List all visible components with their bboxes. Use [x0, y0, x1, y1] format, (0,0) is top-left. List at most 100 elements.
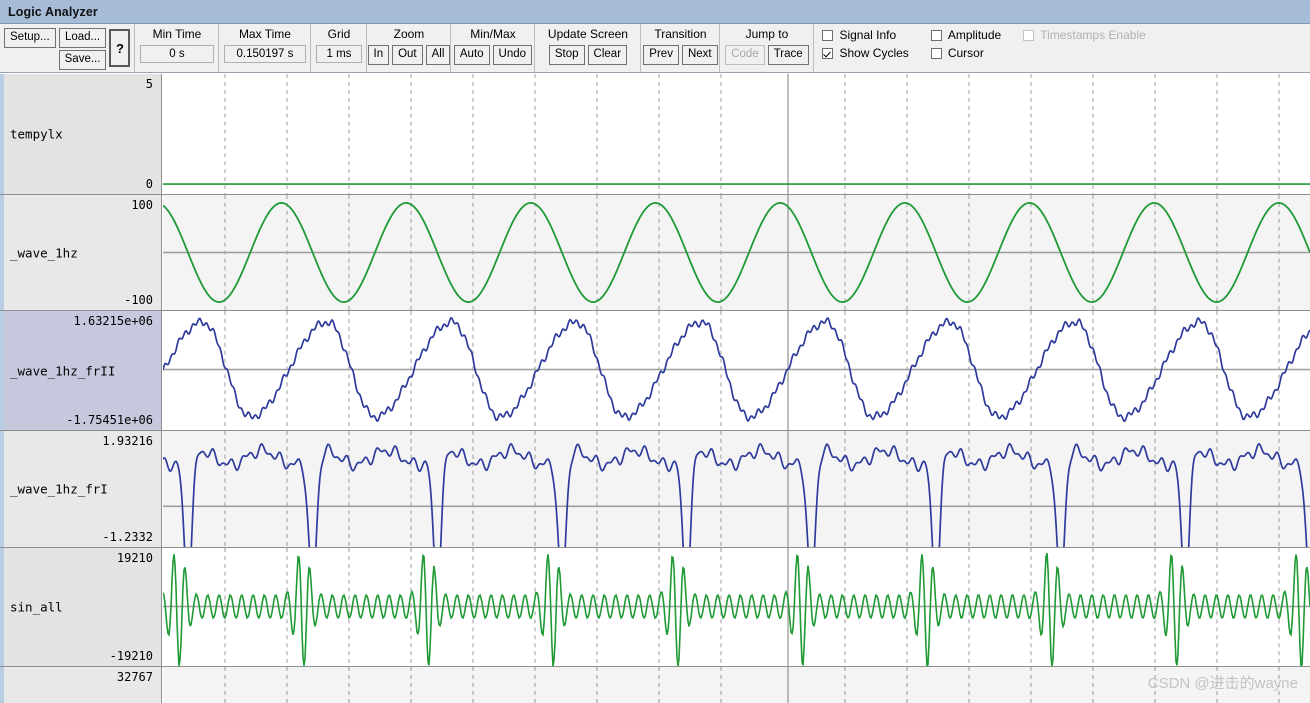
checkbox-box-timestamps-enable: [1023, 29, 1035, 41]
min-time-label: Min Time: [152, 27, 202, 41]
trace-ymin: -1.75451e+06: [66, 413, 153, 427]
trace-label-cell-wave-1hz-frI[interactable]: 1.93216 _wave_1hz_frI -1.2332: [0, 431, 162, 547]
checkbox-show-cycles[interactable]: Show Cycles: [822, 46, 909, 60]
max-time-field[interactable]: 0.150197 s: [223, 45, 306, 63]
waveform-svg: [163, 431, 1310, 547]
minmax-auto-button[interactable]: Auto: [453, 45, 490, 65]
checkbox-signal-info[interactable]: Signal Info: [822, 28, 908, 42]
trace-ymin: -100: [124, 293, 153, 307]
zoom-out-button[interactable]: Out: [392, 45, 423, 65]
trace-row[interactable]: 1.63215e+06 _wave_1hz_frII -1.75451e+06: [0, 311, 1310, 431]
trace-label-cell-wave-1hz[interactable]: 100 _wave_1hz -100: [0, 195, 162, 310]
trace-waveform-wave-1hz[interactable]: [163, 195, 1310, 310]
checkbox-label-show-cycles: Show Cycles: [839, 46, 909, 60]
checkbox-box-show-cycles[interactable]: [822, 47, 834, 59]
jump-to-group: Jump to Code Trace: [720, 24, 815, 72]
trace-waveform-wave-1hz-frII[interactable]: [163, 311, 1310, 430]
options-checkbox-area: Signal Info Show Cycles Amplitude Cursor…: [814, 24, 1310, 72]
min-time-field[interactable]: 0 s: [139, 45, 214, 63]
waveform-svg: [224, 667, 1280, 703]
trace-ymax: 19210: [116, 551, 153, 565]
checkbox-column-3: Timestamps Enable: [1023, 28, 1146, 42]
checkbox-box-cursor[interactable]: [930, 47, 942, 59]
checkbox-column-1: Signal Info Show Cycles: [822, 28, 909, 60]
trace-name: _wave_1hz_frII: [10, 363, 116, 378]
checkbox-label-cursor: Cursor: [947, 46, 984, 60]
trace-waveform-tempylx[interactable]: [163, 74, 1310, 194]
update-screen-label: Update Screen: [547, 27, 628, 41]
trace-name: _wave_1hz: [10, 245, 78, 260]
zoom-in-button[interactable]: In: [367, 45, 390, 65]
update-screen-group: Update Screen Stop Clear: [535, 24, 642, 72]
transition-prev-button[interactable]: Prev: [643, 45, 679, 65]
file-actions-group: Setup... Load... Save... ?: [0, 24, 136, 72]
grid-label: Grid: [327, 27, 351, 41]
min-time-group: Min Time 0 s: [135, 24, 220, 72]
trace-label-cell-tempylx[interactable]: 5 tempylx 0: [0, 74, 162, 194]
trace-row[interactable]: 1.93216 _wave_1hz_frI -1.2332: [0, 431, 1310, 548]
minmax-undo-button[interactable]: Undo: [492, 45, 533, 65]
jump-to-code-button: Code: [725, 45, 765, 65]
trace-row[interactable]: 19210 sin_all -19210: [0, 548, 1310, 667]
trace-path: [163, 442, 1308, 547]
trace-ymax: 1.63215e+06: [73, 314, 153, 328]
checkbox-column-2: Amplitude Cursor: [930, 28, 1002, 60]
help-button[interactable]: ?: [109, 29, 131, 67]
setup-button[interactable]: Setup...: [4, 28, 56, 48]
minmax-label: Min/Max: [470, 27, 516, 41]
trace-name: sin_all: [10, 599, 63, 615]
jump-to-trace-button[interactable]: Trace: [767, 45, 809, 65]
load-button[interactable]: Load...: [58, 28, 107, 48]
checkbox-amplitude[interactable]: Amplitude: [930, 28, 1002, 42]
window-title-bar: Logic Analyzer: [0, 0, 1310, 24]
gridlines: [224, 74, 1280, 194]
update-clear-button[interactable]: Clear: [587, 45, 628, 65]
toolbar: Setup... Load... Save... ? Min Time 0 s …: [0, 24, 1310, 73]
trace-waveform-bottom[interactable]: [163, 667, 1310, 703]
trace-row[interactable]: 32767: [0, 667, 1310, 703]
transition-group: Transition Prev Next: [641, 24, 721, 72]
jump-to-label: Jump to: [745, 27, 789, 41]
trace-row[interactable]: 100 _wave_1hz -100: [0, 195, 1310, 311]
zoom-all-button[interactable]: All: [425, 45, 451, 65]
waveform-svg: [163, 311, 1310, 430]
trace-name: tempylx: [10, 126, 63, 142]
checkbox-cursor[interactable]: Cursor: [930, 46, 1001, 60]
trace-waveform-wave-1hz-frI[interactable]: [163, 431, 1310, 547]
max-time-label: Max Time: [238, 27, 291, 41]
save-button[interactable]: Save...: [58, 50, 107, 70]
trace-ymin: -1.2332: [102, 530, 153, 544]
checkbox-label-signal-info: Signal Info: [839, 28, 897, 42]
trace-waveform-sin-all[interactable]: [163, 548, 1310, 666]
trace-row[interactable]: 5 tempylx 0: [0, 74, 1310, 195]
trace-ymax: 5: [145, 77, 153, 91]
update-stop-button[interactable]: Stop: [548, 45, 585, 65]
trace-name: _wave_1hz_frI: [10, 481, 108, 497]
zoom-group: Zoom In Out All: [367, 24, 452, 72]
grid-field[interactable]: 1 ms: [315, 45, 362, 63]
checkbox-box-signal-info[interactable]: [822, 29, 834, 41]
trace-label-cell-wave-1hz-frII[interactable]: 1.63215e+06 _wave_1hz_frII -1.75451e+06: [0, 311, 162, 430]
max-time-group: Max Time 0.150197 s: [219, 24, 312, 72]
waveform-svg: [163, 74, 1310, 194]
trace-ymin: -19210: [109, 649, 153, 663]
transition-next-button[interactable]: Next: [681, 45, 718, 65]
waveform-svg: [163, 548, 1310, 666]
trace-label-cell-sin-all[interactable]: 19210 sin_all -19210: [0, 548, 162, 666]
minmax-group: Min/Max Auto Undo: [451, 24, 536, 72]
trace-ymax: 32767: [116, 670, 153, 684]
transition-label: Transition: [654, 27, 707, 41]
waveform-svg: [163, 195, 1310, 310]
checkbox-label-timestamps-enable: Timestamps Enable: [1040, 28, 1146, 42]
gridlines: [224, 667, 1280, 703]
checkbox-timestamps-enable: Timestamps Enable: [1023, 28, 1146, 42]
trace-ymax: 100: [131, 198, 153, 212]
trace-ymin: 0: [145, 177, 153, 191]
waveform-plot-area[interactable]: 5 tempylx 0 100 _wave_1hz -100 1.63215e+…: [0, 74, 1310, 703]
gridlines: [224, 431, 1280, 547]
trace-label-cell-bottom[interactable]: 32767: [0, 667, 162, 703]
checkbox-box-amplitude[interactable]: [930, 29, 942, 41]
grid-group: Grid 1 ms: [311, 24, 368, 72]
zoom-label: Zoom: [393, 27, 425, 41]
checkbox-label-amplitude: Amplitude: [947, 28, 1002, 42]
